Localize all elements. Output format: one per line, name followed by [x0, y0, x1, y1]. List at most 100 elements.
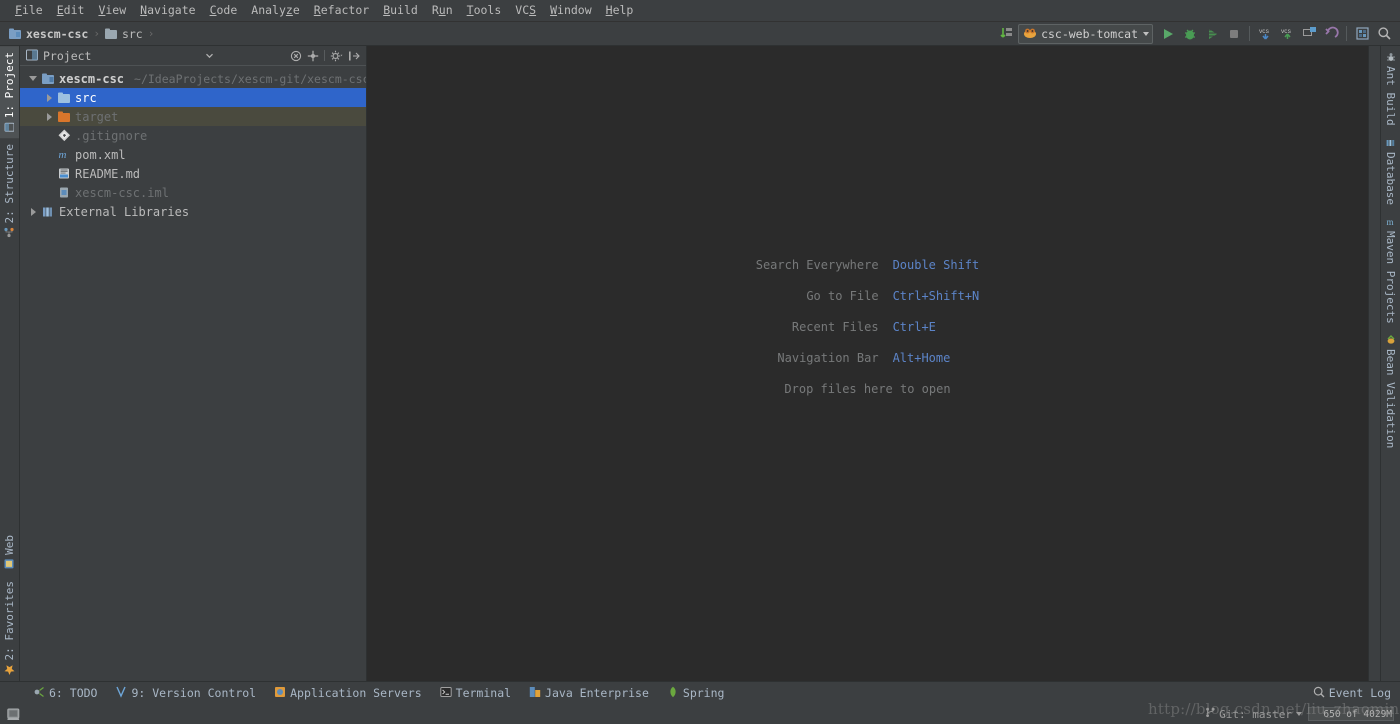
memory-label: 650 of 4029M [1323, 708, 1393, 720]
expand-arrow[interactable] [26, 76, 40, 81]
folder-excluded-icon [56, 111, 73, 123]
sidebar-item-label: Maven Projects [1384, 230, 1397, 324]
welcome-shortcut-recent-files: Ctrl+E [892, 320, 936, 334]
svg-text:m: m [59, 149, 67, 161]
expand-arrow[interactable] [26, 207, 40, 216]
stop-button[interactable] [1224, 24, 1244, 44]
toolwindow-button-event-log[interactable]: Event Log [1304, 684, 1400, 703]
toolwindow-label: Spring [682, 686, 725, 700]
toolwindow-button-todo[interactable]: 6: TODO [24, 684, 106, 703]
tree-row-pom[interactable]: m pom.xml [20, 145, 366, 164]
menu-item-code[interactable]: Code [203, 0, 245, 21]
show-toolwindows-icon[interactable] [5, 706, 21, 722]
memory-indicator[interactable]: 650 of 4029M [1308, 707, 1394, 721]
sidebar-item-project[interactable]: 1: Project [0, 46, 19, 139]
sidebar-item-label: Ant Build [1384, 66, 1397, 126]
menu-item-run[interactable]: Run [425, 0, 460, 21]
run-with-coverage-button[interactable] [1202, 24, 1222, 44]
left-stripe-top: 1: Project 2: Structure [0, 46, 19, 244]
settings-button[interactable] [1352, 24, 1372, 44]
hide-icon[interactable] [346, 48, 361, 63]
chevron-down-icon[interactable] [1143, 31, 1149, 36]
sidebar-item-web[interactable]: Web [0, 529, 19, 575]
breadcrumb-item-folder[interactable]: src [102, 26, 146, 42]
sidebar-item-bean-validation[interactable]: Bean Validation [1381, 329, 1400, 454]
welcome-label-navigation-bar: Navigation Bar [777, 351, 879, 365]
tree-row-src[interactable]: src [20, 88, 366, 107]
toolwindow-button-version-control[interactable]: 9: Version Control [106, 684, 265, 703]
tree-row-readme[interactable]: README.md [20, 164, 366, 183]
sidebar-item-favorites[interactable]: 2: Favorites [0, 575, 19, 681]
breadcrumb-label: src [121, 26, 143, 41]
header-divider [324, 50, 325, 61]
run-configuration-selector[interactable]: csc-web-tomcat [1018, 23, 1153, 44]
expand-arrow[interactable] [42, 112, 56, 121]
svg-text:VCS: VCS [1259, 28, 1270, 35]
event-log-icon [1313, 686, 1325, 701]
app-server-icon [274, 686, 286, 701]
tree-row-module[interactable]: xescm-csc ~/IdeaProjects/xescm-git/xescm… [20, 69, 366, 88]
status-badge-git-branch[interactable]: Git: master [1199, 707, 1308, 721]
toolwindow-label: Java Enterprise [545, 686, 649, 700]
sidebar-item-structure[interactable]: 2: Structure [0, 138, 19, 243]
chevron-down-icon[interactable] [1296, 712, 1302, 716]
expand-arrow[interactable] [42, 93, 56, 102]
target-icon[interactable] [305, 48, 320, 63]
structure-icon [4, 228, 15, 238]
menu-item-build[interactable]: Build [376, 0, 425, 21]
tree-row-target[interactable]: target [20, 107, 366, 126]
menu-item-vcs[interactable]: VCS [508, 0, 543, 21]
toolwindow-button-java-enterprise[interactable]: Java Enterprise [520, 684, 658, 703]
welcome-shortcut-go-to-file: Ctrl+Shift+N [892, 289, 980, 303]
undo-button[interactable] [1321, 24, 1341, 44]
menu-item-file[interactable]: File [8, 0, 50, 21]
welcome-drop-hint: Drop files here to open [784, 382, 951, 396]
toolwindow-button-terminal[interactable]: Terminal [431, 684, 520, 703]
menu-item-view[interactable]: View [91, 0, 133, 21]
tree-row-external-libraries[interactable]: External Libraries [20, 202, 366, 221]
debug-button[interactable] [1180, 24, 1200, 44]
database-icon [1386, 138, 1396, 148]
project-tree[interactable]: xescm-csc ~/IdeaProjects/xescm-git/xescm… [20, 66, 366, 681]
tree-row-iml[interactable]: xescm-csc.iml [20, 183, 366, 202]
left-tool-window-stripe: 1: Project 2: Structure Web 2: Favorites [0, 46, 20, 681]
sync-icon[interactable] [996, 24, 1016, 44]
search-icon[interactable] [1374, 24, 1394, 44]
tool-window-bar: 6: TODO 9: Version Control Application S… [0, 681, 1400, 704]
sidebar-item-maven-projects[interactable]: m Maven Projects [1381, 211, 1400, 330]
maven-icon: m [1386, 217, 1396, 227]
vcs-update-button[interactable]: VCS [1255, 24, 1275, 44]
toolwindow-button-spring[interactable]: Spring [658, 684, 734, 703]
gear-icon[interactable] [329, 48, 344, 63]
sidebar-item-ant-build[interactable]: Ant Build [1381, 46, 1400, 132]
menu-item-refactor[interactable]: Refactor [307, 0, 376, 21]
editor-area[interactable]: Search Everywhere Double Shift Go to Fil… [367, 46, 1368, 681]
chevron-down-icon[interactable] [202, 48, 217, 63]
menu-item-analyze[interactable]: Analyze [244, 0, 307, 21]
menu-item-help[interactable]: Help [599, 0, 641, 21]
breadcrumb-separator-end: › [147, 27, 155, 40]
project-view-icon [26, 46, 38, 65]
vcs-commit-button[interactable]: VCS [1277, 24, 1297, 44]
toolwindow-button-application-servers[interactable]: Application Servers [265, 684, 431, 703]
run-button[interactable] [1158, 24, 1178, 44]
editor-scroll-gutter[interactable] [1368, 46, 1380, 681]
menu-bar: File Edit View Navigate Code Analyze Ref… [0, 0, 1400, 22]
tree-label: xescm-csc [59, 71, 125, 86]
tree-row-gitignore[interactable]: .gitignore [20, 126, 366, 145]
menu-item-tools[interactable]: Tools [460, 0, 509, 21]
menu-item-edit[interactable]: Edit [50, 0, 92, 21]
sidebar-item-database[interactable]: Database [1381, 132, 1400, 211]
collapse-all-icon[interactable] [288, 48, 303, 63]
tree-sublabel: ~/IdeaProjects/xescm-git/xescm-csc [134, 71, 366, 86]
svg-text:m: m [1386, 217, 1393, 227]
vcs-history-button[interactable] [1299, 24, 1319, 44]
welcome-label-go-to-file: Go to File [806, 289, 879, 303]
project-icon [5, 122, 15, 132]
breadcrumb-item-module[interactable]: xescm-csc [6, 26, 91, 42]
sidebar-item-label: 2: Favorites [3, 580, 16, 660]
tree-label: target [75, 109, 119, 124]
menu-item-navigate[interactable]: Navigate [133, 0, 202, 21]
menu-item-window[interactable]: Window [543, 0, 599, 21]
libraries-icon [40, 206, 57, 218]
